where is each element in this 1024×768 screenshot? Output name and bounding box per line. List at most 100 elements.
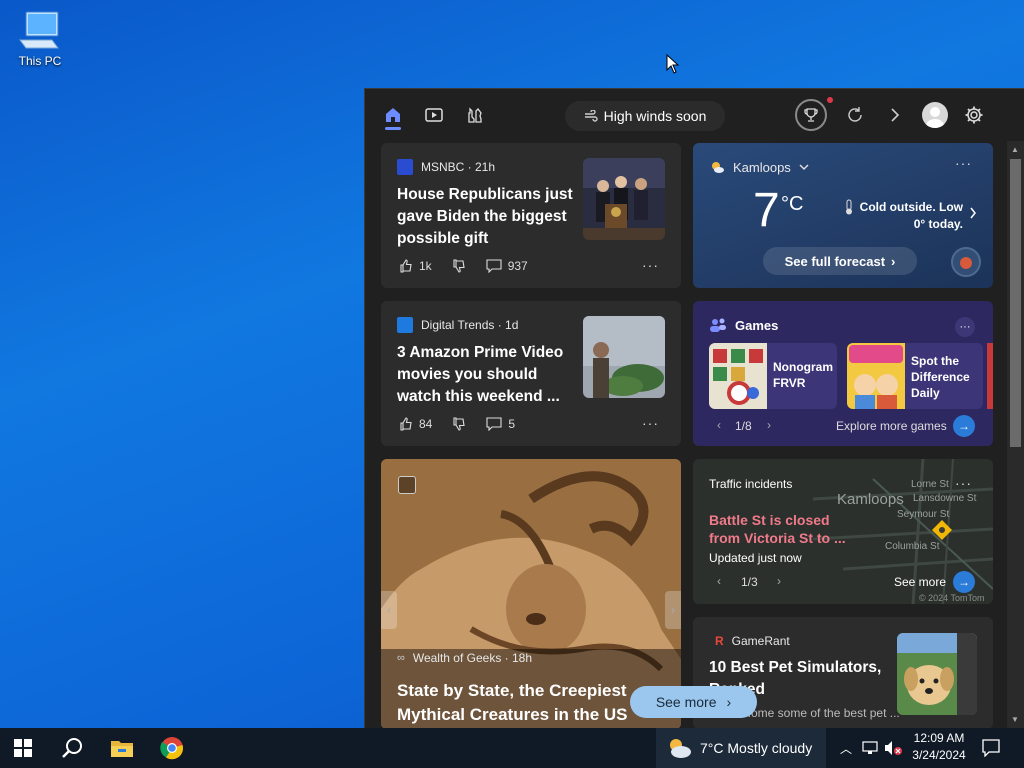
game-tile-spot-the-difference[interactable]: Spot the Difference Daily [847,343,983,409]
news-card-wealth-of-geeks[interactable]: ‹ › ∞ Wealth of Geeks · 18h State by Sta… [381,459,681,728]
clock-time: 12:09 AM [913,731,965,745]
chevron-right-icon[interactable] [969,207,977,219]
news-headline[interactable]: State by State, the Creepiest Mythical C… [397,679,647,727]
search-icon[interactable] [61,737,83,764]
comment-icon[interactable] [486,259,502,273]
game-tile-nonogram[interactable]: Nonogram FRVR [709,343,837,409]
traffic-prev-button[interactable]: ‹ [709,571,729,591]
chrome-icon[interactable] [160,736,184,765]
spot-the-difference-game-icon [847,343,905,409]
avatar[interactable] [922,102,948,128]
traffic-incident[interactable]: Battle St is closed from Victoria St to … [709,511,859,547]
arrow-right-icon[interactable]: → [953,571,975,593]
computer-icon [19,11,59,49]
more-options-icon[interactable]: ··· [955,475,972,491]
weather-summary: Cold outside. Low 0° today. [859,200,963,231]
taskbar-clock[interactable]: 12:09 AM 3/24/2024 [906,731,972,762]
games-header: Games [709,317,778,333]
more-options-icon[interactable]: ··· [642,415,659,431]
gallery-icon [398,476,416,494]
desktop-icon-label: This PC [18,54,62,68]
news-headline[interactable]: 3 Amazon Prime Video movies you should w… [397,342,577,408]
thumbs-down-icon[interactable] [452,417,466,431]
more-options-icon[interactable]: ··· [955,155,972,171]
news-snippet: ...ome some of the best pet ... [741,706,900,720]
more-options-icon[interactable]: ··· [642,257,659,273]
weather-unit: °C [781,193,804,215]
video-icon[interactable] [422,103,446,127]
map-city-label: Kamloops [837,491,904,508]
refresh-icon[interactable] [843,103,867,127]
explore-more-games-link[interactable]: Explore more games [836,419,947,433]
partly-cloudy-icon [712,162,724,173]
map-street-label: Lansdowne St [913,493,977,504]
digital-trends-logo-icon [397,317,413,333]
thumbs-up-icon[interactable] [399,417,413,431]
news-card-digital-trends[interactable]: Digital Trends · 1d 3 Amazon Prime Video… [381,301,681,446]
map-copyright: © 2024 TomTom [919,593,985,603]
games-next-button[interactable]: › [759,415,779,435]
news-headline[interactable]: House Republicans just gave Biden the bi… [397,184,577,250]
news-source: Digital Trends · 1d [397,317,518,333]
like-count: 84 [419,417,433,431]
traffic-next-button[interactable]: › [769,571,789,591]
trophy-icon [804,108,818,122]
thumbs-down-icon[interactable] [452,259,466,273]
like-count: 1k [419,259,432,273]
weather-card[interactable]: Kamloops ··· 7 °C Cold outside. Low 0° t… [693,143,993,288]
widgets-panel: High winds soon MSNBC · 21h House Republ… [364,88,1024,728]
action-center-icon[interactable] [982,739,1000,762]
desktop-icon-this-pc[interactable]: This PC [12,10,68,68]
nonogram-game-icon [709,343,767,409]
see-more-button[interactable]: See more › [630,686,757,718]
mouse-cursor-icon [666,54,680,74]
traffic-card[interactable]: Kamloops Lorne St Lansdowne St Seymour S… [693,459,993,604]
chevron-right-icon[interactable] [883,103,907,127]
people-icon [710,318,726,332]
map-street-label: Columbia St [885,541,940,552]
news-source-text: GameRant [731,634,790,648]
comment-icon[interactable] [486,417,502,431]
network-icon[interactable] [862,741,880,760]
scrollbar-thumb[interactable] [1010,159,1021,447]
wind-icon [584,110,598,122]
gamerant-logo-icon: R [715,634,724,648]
arrow-right-icon[interactable]: → [953,415,975,437]
mostly-cloudy-icon [670,739,691,758]
news-actions: 1k 937 [399,259,528,273]
taskbar-weather-widget[interactable]: 7°C Mostly cloudy [656,728,826,768]
weather-alert-pill[interactable]: High winds soon [565,101,725,131]
games-prev-button[interactable]: ‹ [709,415,729,435]
carousel-next-button[interactable]: › [665,591,681,629]
news-source-text: Digital Trends · 1d [421,318,519,332]
panel-scrollbar[interactable]: ▲ ▼ [1007,141,1024,728]
traffic-title: Traffic incidents [709,477,793,491]
news-card-msnbc[interactable]: MSNBC · 21h House Republicans just gave … [381,143,681,288]
thumbs-up-icon[interactable] [399,259,413,273]
see-full-forecast-button[interactable]: See full forecast › [763,247,917,275]
scroll-down-icon[interactable]: ▼ [1011,715,1019,724]
scroll-up-icon[interactable]: ▲ [1011,145,1019,154]
home-icon[interactable] [381,103,405,127]
games-card[interactable]: Games ··· Nonogram FRVR Spot the Differe… [693,301,993,446]
settings-gear-icon[interactable] [962,103,986,127]
weather-location[interactable]: Kamloops [709,159,809,175]
widgets-toolbar: High winds soon [365,89,1024,141]
games-pager: 1/8 [735,419,752,433]
clock-date: 3/24/2024 [912,748,966,762]
carousel-prev-button[interactable]: ‹ [381,591,397,629]
more-options-icon[interactable]: ··· [955,317,975,337]
windows-start-icon[interactable] [14,739,32,762]
volume-muted-icon[interactable] [884,740,902,761]
weather-temperature: 7 [753,184,780,237]
map-street-label: Lorne St [911,479,949,490]
game-title: Nonogram FRVR [773,360,833,390]
comment-count: 937 [507,259,528,273]
traffic-see-more-link[interactable]: See more [894,575,946,589]
weather-map-icon[interactable] [951,247,981,277]
forecast-button-label: See full forecast [784,253,886,269]
file-explorer-icon[interactable] [110,737,134,764]
chevron-up-icon[interactable]: ︿ [840,740,852,757]
rewards-button[interactable] [795,99,827,131]
chess-icon[interactable] [463,103,487,127]
